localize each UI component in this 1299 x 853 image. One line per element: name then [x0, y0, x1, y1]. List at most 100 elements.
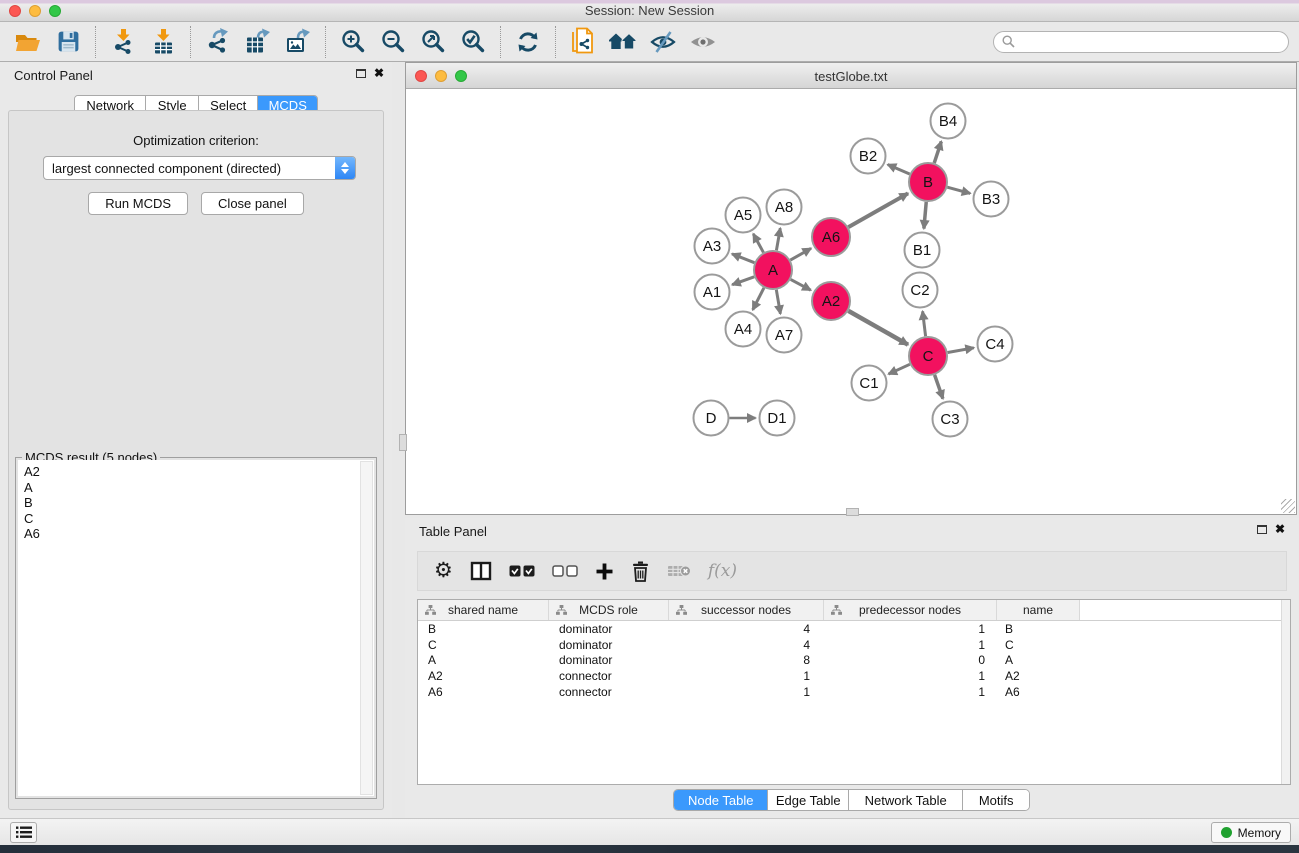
- import-network-button[interactable]: [103, 25, 143, 59]
- export-table-button[interactable]: [238, 25, 278, 59]
- graph-edge-B-B3[interactable]: [947, 187, 970, 193]
- graph-edge-C-C2[interactable]: [923, 311, 926, 336]
- graph-edge-A-A6[interactable]: [790, 248, 811, 260]
- zoom-out-icon: [380, 28, 407, 55]
- graph-edge-B-B1[interactable]: [924, 202, 926, 229]
- select-all-icon[interactable]: [509, 565, 535, 577]
- result-scrollbar[interactable]: [360, 461, 373, 795]
- graph-edge-A-A8[interactable]: [776, 228, 780, 250]
- column-header-shared-name[interactable]: shared name: [418, 600, 549, 620]
- node-table[interactable]: shared nameMCDS rolesuccessor nodesprede…: [417, 599, 1291, 785]
- column-header-predecessor-nodes[interactable]: predecessor nodes: [824, 600, 997, 620]
- refresh-button[interactable]: [508, 25, 548, 59]
- resize-grip-icon[interactable]: [1281, 499, 1295, 513]
- network-canvas[interactable]: B4B2BB3A8A5A6A3B1AC2A1A2A4A7C4CC1C3DD1: [406, 89, 1296, 514]
- search-field[interactable]: [993, 31, 1289, 53]
- mcds-result-item[interactable]: A2: [24, 464, 368, 480]
- network-from-file-button[interactable]: [563, 25, 603, 59]
- cell: A: [418, 653, 549, 667]
- left-collapse-handle[interactable]: [399, 434, 407, 451]
- column-header-successor-nodes[interactable]: successor nodes: [669, 600, 824, 620]
- delete-table-icon[interactable]: [667, 563, 691, 579]
- split-columns-icon[interactable]: [470, 561, 492, 581]
- open-session-icon: [14, 29, 42, 55]
- graph-edge-A-A1[interactable]: [732, 277, 754, 285]
- open-session-button[interactable]: [8, 25, 48, 59]
- add-column-icon[interactable]: [595, 562, 614, 581]
- graph-edge-A2-C[interactable]: [848, 311, 908, 345]
- graph-edge-B-B2[interactable]: [888, 165, 910, 174]
- table-scrollbar[interactable]: [1281, 600, 1290, 784]
- export-image-button[interactable]: [278, 25, 318, 59]
- float-panel-icon[interactable]: [1257, 525, 1267, 534]
- mcds-result-item[interactable]: A6: [24, 526, 368, 542]
- preview-eye-button[interactable]: [683, 25, 723, 59]
- graph-edge-A-A2[interactable]: [791, 279, 811, 290]
- mcds-result-item[interactable]: A: [24, 480, 368, 496]
- close-panel-icon[interactable]: ✖: [374, 68, 384, 78]
- close-panel-button[interactable]: Close panel: [201, 192, 304, 215]
- graph-edge-C-C1[interactable]: [889, 364, 910, 374]
- mcds-result-item[interactable]: C: [24, 511, 368, 527]
- table-row[interactable]: Bdominator41B: [418, 621, 1290, 637]
- table-row[interactable]: Cdominator41C: [418, 637, 1290, 653]
- criterion-dropdown[interactable]: largest connected component (directed): [43, 156, 356, 180]
- task-history-button[interactable]: [10, 822, 37, 843]
- graph-edge-A6-B[interactable]: [848, 193, 908, 227]
- tab-edge-table[interactable]: Edge Table: [768, 790, 849, 810]
- tab-network-table[interactable]: Network Table: [849, 790, 963, 810]
- function-builder-icon[interactable]: f(x): [708, 561, 737, 581]
- cell: dominator: [549, 653, 669, 667]
- export-network-button[interactable]: [198, 25, 238, 59]
- graph-edge-C-C3[interactable]: [935, 375, 943, 399]
- graph-edge-A-A7[interactable]: [776, 290, 780, 314]
- zoom-out-button[interactable]: [373, 25, 413, 59]
- zoom-selected-button[interactable]: [453, 25, 493, 59]
- mcds-result-list[interactable]: A2ABCA6: [18, 460, 374, 796]
- hide-style-button[interactable]: [643, 25, 683, 59]
- graph-node-label: B: [923, 174, 933, 191]
- cell: C: [418, 638, 549, 652]
- table-row[interactable]: A6connector11A6: [418, 684, 1290, 700]
- network-graph[interactable]: B4B2BB3A8A5A6A3B1AC2A1A2A4A7C4CC1C3DD1: [406, 89, 1296, 514]
- graph-edge-B-B4[interactable]: [934, 141, 941, 163]
- cell: A: [997, 653, 1080, 667]
- dropdown-stepper-icon[interactable]: [335, 157, 355, 179]
- delete-column-icon[interactable]: [631, 561, 650, 582]
- table-row[interactable]: A2connector11A2: [418, 668, 1290, 684]
- mcds-result-item[interactable]: B: [24, 495, 368, 511]
- tab-motifs[interactable]: Motifs: [963, 790, 1029, 810]
- deselect-all-icon[interactable]: [552, 565, 578, 577]
- cell: A2: [418, 669, 549, 683]
- network-from-file-icon: [570, 27, 597, 56]
- cell: A2: [997, 669, 1080, 683]
- toolbar-separator: [555, 26, 556, 58]
- table-toolbar: ⚙: [417, 551, 1287, 591]
- graph-edge-C-C4[interactable]: [948, 348, 974, 353]
- search-input[interactable]: [1019, 35, 1280, 49]
- save-session-button[interactable]: [48, 25, 88, 59]
- gear-icon[interactable]: ⚙: [434, 561, 453, 581]
- graph-edge-A-A4[interactable]: [753, 288, 764, 310]
- table-row[interactable]: Adominator80A: [418, 652, 1290, 668]
- zoom-in-button[interactable]: [333, 25, 373, 59]
- graph-edge-A-A3[interactable]: [732, 254, 754, 263]
- float-panel-icon[interactable]: [356, 69, 366, 78]
- graph-node-label: C4: [985, 336, 1004, 353]
- zoom-in-icon: [340, 28, 367, 55]
- import-table-button[interactable]: [143, 25, 183, 59]
- bottom-collapse-handle[interactable]: [846, 508, 859, 516]
- search-icon: [1002, 35, 1015, 48]
- graph-edge-A-A5[interactable]: [753, 234, 763, 253]
- zoom-fit-button[interactable]: [413, 25, 453, 59]
- run-mcds-button[interactable]: Run MCDS: [88, 192, 188, 215]
- home-button[interactable]: [603, 25, 643, 59]
- close-panel-icon[interactable]: ✖: [1275, 524, 1285, 534]
- column-header-name[interactable]: name: [997, 600, 1080, 620]
- column-header-MCDS-role[interactable]: MCDS role: [549, 600, 669, 620]
- memory-button[interactable]: Memory: [1211, 822, 1291, 843]
- cell: 1: [669, 669, 824, 683]
- home-icon: [608, 30, 638, 54]
- cell: 8: [669, 653, 824, 667]
- tab-node-table[interactable]: Node Table: [674, 790, 768, 810]
